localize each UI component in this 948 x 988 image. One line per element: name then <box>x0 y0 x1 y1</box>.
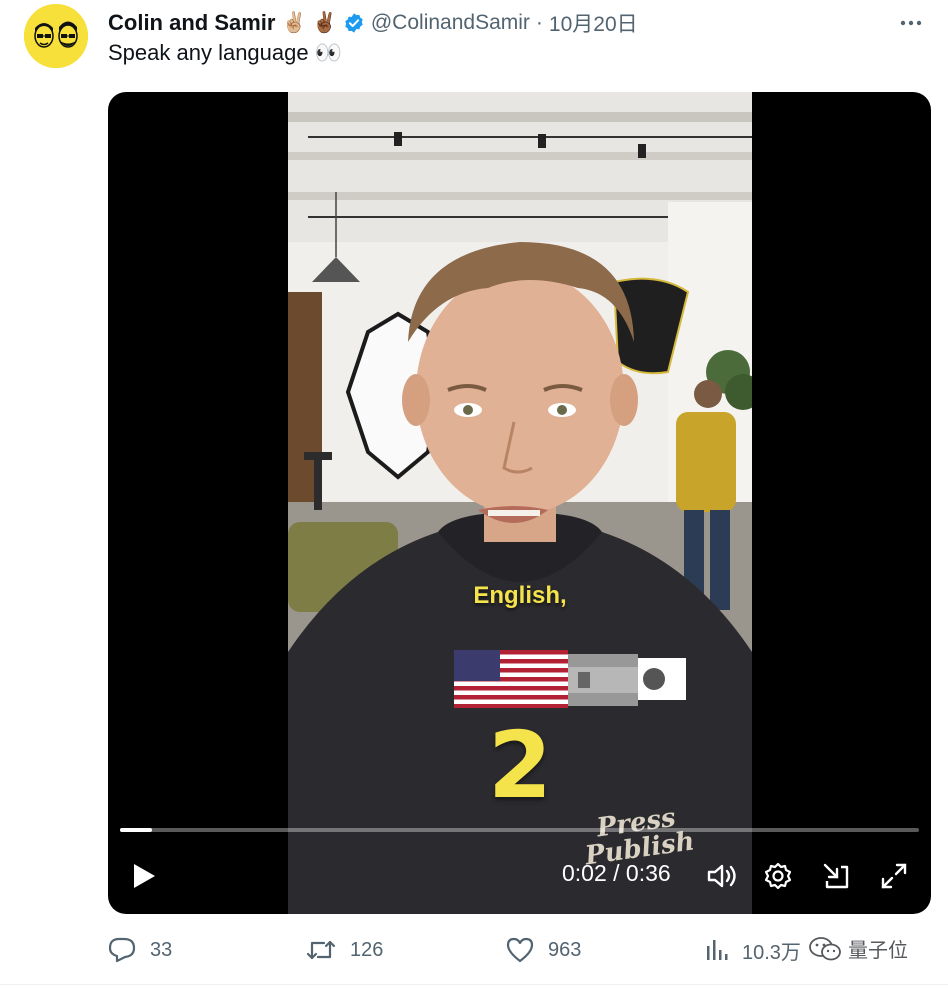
separator-dot: · <box>535 11 543 34</box>
video-controls: 0:02 / 0:36 <box>108 838 931 914</box>
more-options-icon[interactable] <box>896 8 926 38</box>
tweet-header: Colin and Samir ✌🏼 ✌🏾 @ColinandSamir · 1… <box>108 6 928 40</box>
heart-icon <box>506 937 534 963</box>
reply-button[interactable]: 33 <box>108 930 172 970</box>
fullscreen-button[interactable] <box>874 856 914 896</box>
avatar-illustration <box>24 4 88 68</box>
fullscreen-icon <box>881 863 907 889</box>
watermark: 量子位 <box>808 934 908 963</box>
picture-in-picture-button[interactable] <box>816 856 856 896</box>
video-caption: English, <box>473 582 567 609</box>
views-button[interactable]: 10.3万 <box>706 930 801 970</box>
video-time: 0:02 / 0:36 <box>562 860 671 886</box>
author-emoji: ✌🏼 ✌🏾 <box>281 12 337 34</box>
like-count: 963 <box>548 938 582 961</box>
author-name[interactable]: Colin and Samir <box>108 10 275 36</box>
retweet-icon <box>306 940 336 960</box>
video-progress-bar[interactable] <box>120 828 919 832</box>
divider <box>0 984 948 985</box>
play-button[interactable] <box>124 856 164 896</box>
tweet-text: Speak any language 👀 <box>108 40 343 65</box>
author-handle[interactable]: @ColinandSamir <box>371 11 530 35</box>
views-chart-icon <box>707 940 728 960</box>
picture-in-picture-icon <box>823 863 849 889</box>
volume-button[interactable] <box>702 856 742 896</box>
gear-icon <box>764 862 792 890</box>
reply-count: 33 <box>150 938 173 961</box>
watermark-text: 量子位 <box>848 940 908 962</box>
views-count: 10.3万 <box>742 941 801 964</box>
video-player[interactable]: English, 2 Press Publish 0:02 / 0:36 <box>108 92 931 914</box>
volume-icon <box>707 864 736 888</box>
retweet-count: 126 <box>350 938 384 961</box>
wechat-logo-icon <box>809 936 841 960</box>
like-button[interactable]: 963 <box>506 930 581 970</box>
avatar[interactable] <box>24 4 88 68</box>
settings-button[interactable] <box>758 856 798 896</box>
play-icon <box>134 864 155 888</box>
video-frame[interactable]: English, 2 Press Publish <box>288 92 752 914</box>
verified-badge-icon[interactable] <box>343 12 365 34</box>
reply-icon <box>108 937 136 963</box>
video-progress-fill <box>120 828 152 832</box>
retweet-button[interactable]: 126 <box>306 930 383 970</box>
tweet-date[interactable]: 10月20日 <box>549 8 638 38</box>
